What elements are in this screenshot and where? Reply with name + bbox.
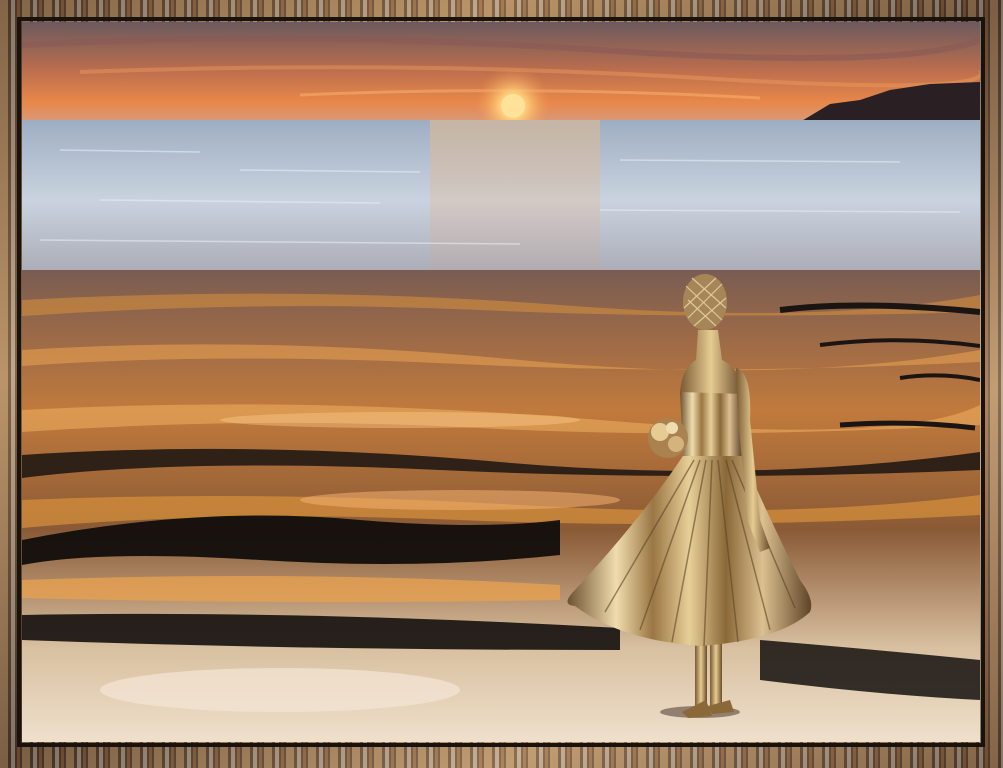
sun <box>501 94 525 118</box>
scene-content <box>22 22 980 742</box>
sun-reflection <box>430 120 600 270</box>
artwork <box>0 0 1003 768</box>
scene-svg <box>0 0 1003 768</box>
